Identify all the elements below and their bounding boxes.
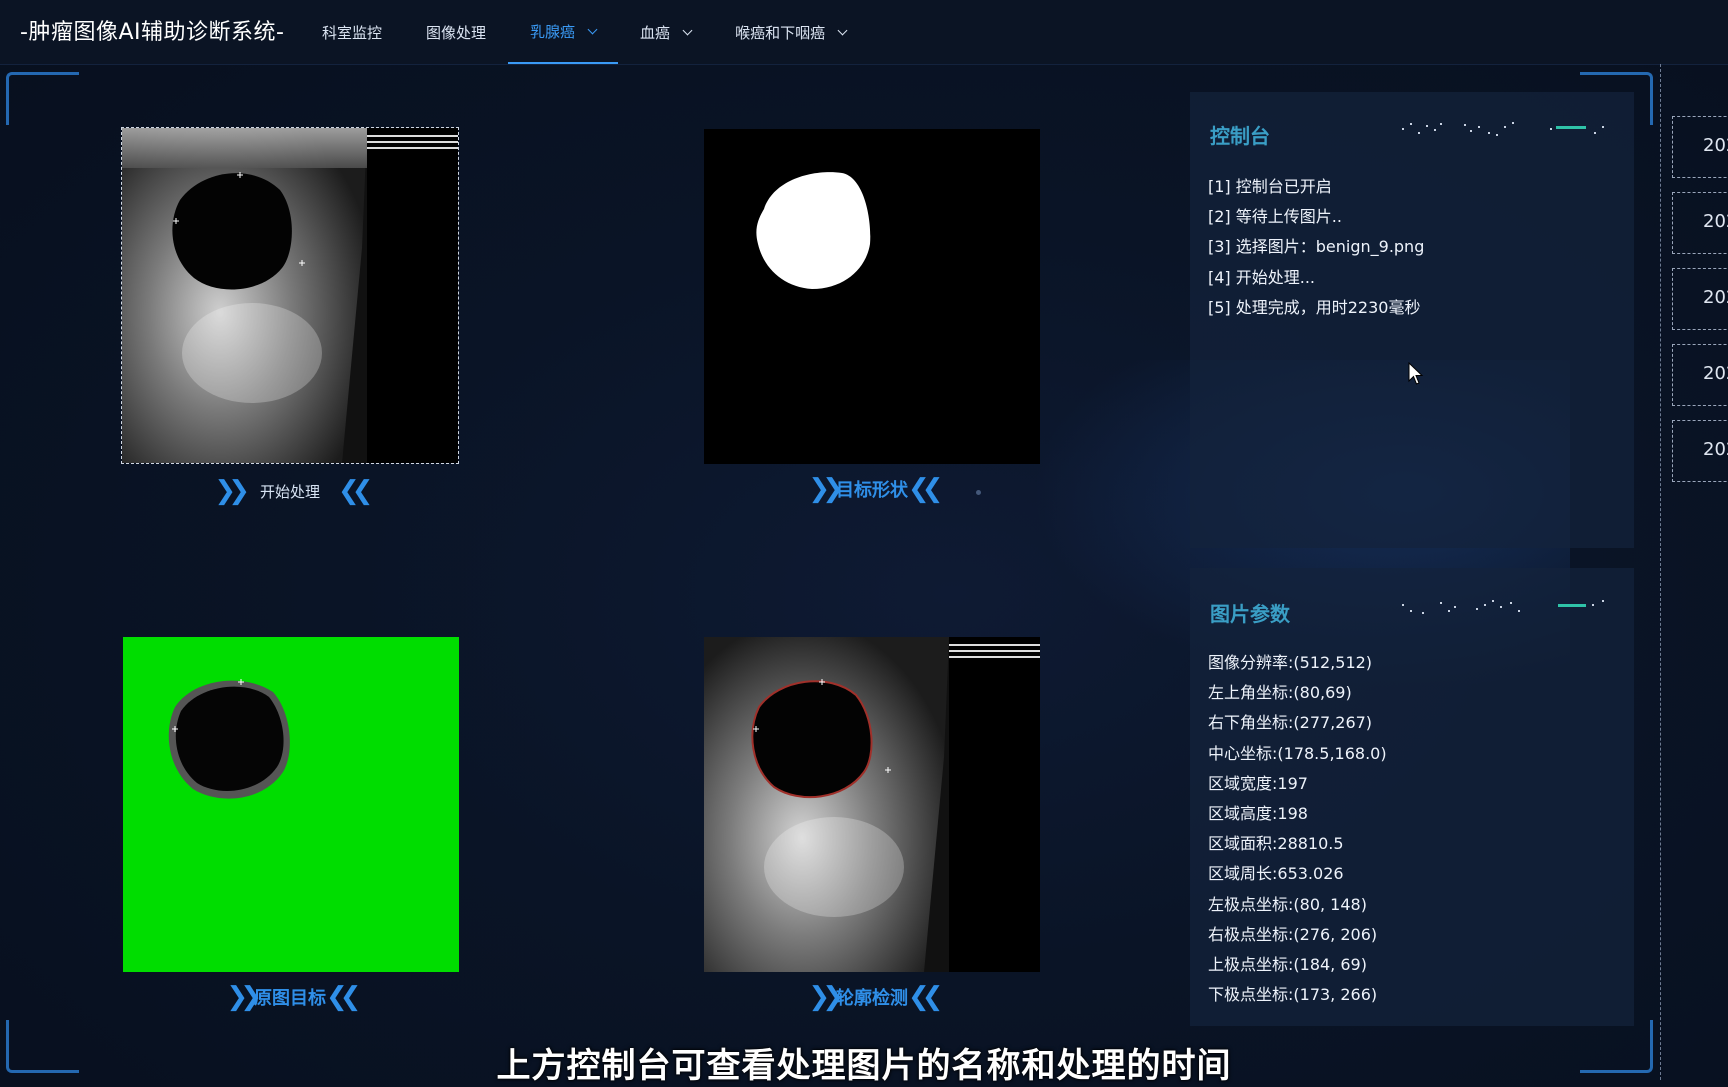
chevron-down-icon (837, 25, 848, 35)
start-processing-button[interactable]: ❯❯ 开始处理 ❮❮ (90, 478, 490, 504)
double-chevron-left-icon: ❮❮ (908, 474, 943, 504)
decorative-dots (1402, 122, 1604, 136)
decorative-dot (976, 490, 981, 495)
contour-detection-image (704, 637, 1040, 972)
double-chevron-left-icon: ❮❮ (908, 982, 943, 1012)
console-log: [1] 控制台已开启 [2] 等待上传图片.. [3] 选择图片：benign_… (1208, 172, 1424, 323)
history-item[interactable]: 202 (1672, 420, 1728, 482)
nav-item-laryngeal-cancer[interactable]: 喉癌和下咽癌 (713, 0, 868, 64)
double-chevron-left-icon: ❮❮ (338, 476, 373, 506)
console-line: [2] 等待上传图片.. (1208, 207, 1342, 227)
param-line: 左极点坐标:(80, 148) (1208, 894, 1367, 914)
decorative-dots (1402, 600, 1604, 614)
console-title: 控制台 (1210, 124, 1270, 148)
history-item-label: 202 (1703, 363, 1728, 384)
param-line: 右极点坐标:(276, 206) (1208, 924, 1378, 944)
console-line: [5] 处理完成，用时2230毫秒 (1208, 297, 1421, 317)
history-item-label: 202 (1703, 287, 1728, 308)
nav-label: 血癌 (640, 23, 671, 42)
target-shape-mask-image (704, 129, 1040, 464)
original-target-image (123, 637, 459, 972)
history-item[interactable]: 202 (1672, 192, 1728, 254)
history-item-label: 202 (1703, 211, 1728, 232)
double-chevron-right-icon: ❯❯ (214, 476, 249, 506)
param-line: 上极点坐标:(184, 69) (1208, 955, 1367, 975)
param-line: 下极点坐标:(173, 266) (1208, 985, 1378, 1005)
history-item[interactable]: 202 (1672, 268, 1728, 330)
app-title: -肿瘤图像AI辅助诊断系统- (20, 20, 285, 45)
chevron-down-icon (587, 24, 598, 34)
original-target-caption: ❯❯ 原图目标 ❮❮ (90, 984, 490, 1010)
param-line: 左上角坐标:(80,69) (1208, 683, 1352, 703)
param-line: 图像分辨率:(512,512) (1208, 653, 1373, 672)
double-chevron-right-icon: ❯❯ (226, 982, 261, 1012)
console-line: [3] 选择图片：benign_9.png (1208, 237, 1425, 257)
nav-item-image-processing[interactable]: 图像处理 (404, 0, 508, 64)
frame-corner (6, 72, 79, 125)
top-navigation-bar: -肿瘤图像AI辅助诊断系统- 科室监控 图像处理 乳腺癌 血癌 喉癌和下咽癌 (0, 0, 1728, 65)
nav-item-blood-cancer[interactable]: 血癌 (618, 0, 713, 64)
history-item-label: 202 (1703, 135, 1728, 156)
original-ultrasound-image[interactable] (121, 127, 459, 464)
param-line: 区域周长:653.026 (1208, 864, 1344, 884)
param-line: 区域高度:198 (1208, 804, 1308, 824)
history-item[interactable]: 202 (1672, 344, 1728, 406)
param-line: 中心坐标:(178.5,168.0) (1208, 743, 1387, 763)
console-line: [4] 开始处理... (1208, 267, 1316, 287)
params-list: 图像分辨率:(512,512) 左上角坐标:(80,69) 右下角坐标:(277… (1208, 648, 1387, 1010)
param-line: 右下角坐标:(277,267) (1208, 713, 1373, 733)
target-shape-caption: ❯❯ 目标形状 ❮❮ (672, 476, 1072, 502)
caption-label: 轮廓检测 (836, 988, 908, 1009)
caption-label: 原图目标 (254, 988, 326, 1009)
history-item-label: 202 (1703, 439, 1728, 460)
caption-label: 目标形状 (836, 480, 908, 501)
history-item[interactable]: 202 (1672, 116, 1728, 178)
double-chevron-right-icon: ❯❯ (808, 474, 843, 504)
chevron-down-icon (682, 25, 693, 35)
params-title: 图片参数 (1210, 602, 1290, 626)
main-nav: 科室监控 图像处理 乳腺癌 血癌 喉癌和下咽癌 (300, 0, 868, 64)
nav-label: 科室监控 (322, 23, 383, 42)
param-line: 区域宽度:197 (1208, 773, 1308, 793)
divider (1660, 64, 1661, 1080)
console-line: [1] 控制台已开启 (1208, 177, 1332, 196)
double-chevron-right-icon: ❯❯ (808, 982, 843, 1012)
image-parameters-panel: 图片参数 图像分辨率:(512,512) 左上角坐标:(80,69) 右下角坐标… (1190, 568, 1634, 1026)
nav-item-breast-cancer[interactable]: 乳腺癌 (508, 0, 619, 64)
button-label: 开始处理 (259, 482, 320, 501)
console-panel: 控制台 [1] 控制台已开启 [2] 等待上传图片.. [3] 选择图片：ben… (1190, 92, 1634, 548)
nav-label: 图像处理 (426, 23, 487, 42)
contour-detection-caption: ❯❯ 轮廓检测 ❮❮ (672, 984, 1072, 1010)
mouse-cursor-icon (1408, 362, 1424, 385)
double-chevron-left-icon: ❮❮ (326, 982, 361, 1012)
nav-item-department-monitor[interactable]: 科室监控 (300, 0, 404, 64)
nav-label: 乳腺癌 (530, 22, 576, 41)
param-line: 区域面积:28810.5 (1208, 834, 1344, 854)
nav-label: 喉癌和下咽癌 (735, 23, 826, 42)
